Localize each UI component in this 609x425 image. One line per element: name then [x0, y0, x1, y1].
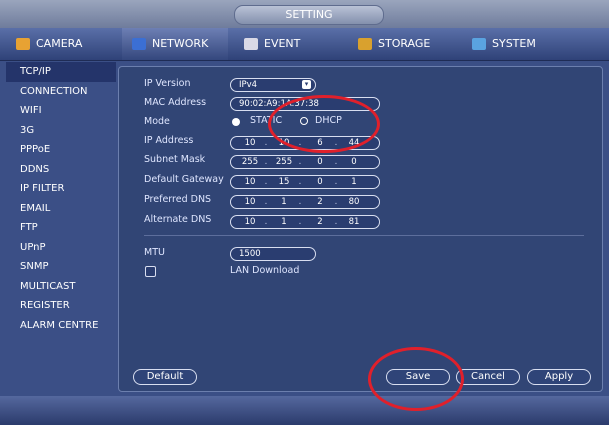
ip-version-value: IPv4 [239, 80, 258, 90]
sidebar-item-wifi[interactable]: WIFI [6, 101, 116, 121]
sidebar-item-connection[interactable]: CONNECTION [6, 82, 116, 102]
alternate-dns-label: Alternate DNS [144, 214, 212, 225]
gateway-octet-1: 10 [244, 177, 256, 187]
gateway-octet-4: 1 [351, 177, 357, 187]
lan-download-checkbox[interactable] [145, 266, 156, 277]
main-tabs: CAMERA NETWORK EVENT STORAGE SYSTEM [0, 28, 609, 61]
tab-label: NETWORK [152, 37, 209, 50]
alternate-dns-input[interactable]: 10 . 1 . 2 . 81 [230, 215, 380, 229]
subnet-octet-2: 255 [275, 157, 293, 167]
pdns-octet-1: 10 [244, 197, 256, 207]
section-divider [144, 235, 584, 236]
default-gateway-label: Default Gateway [144, 174, 224, 185]
tab-label: STORAGE [378, 37, 431, 50]
octet-separator: . [298, 197, 302, 207]
sidebar-item-ddns[interactable]: DDNS [6, 160, 116, 180]
preferred-dns-input[interactable]: 10 . 1 . 2 . 80 [230, 195, 380, 209]
tab-network[interactable]: NETWORK [122, 28, 228, 60]
sidebar-item-upnp[interactable]: UPnP [6, 238, 116, 258]
subnet-mask-input[interactable]: 255 . 255 . 0 . 0 [230, 155, 380, 169]
tab-label: CAMERA [36, 37, 83, 50]
adns-octet-3: 2 [317, 217, 323, 227]
sidebar-item-alarm-centre[interactable]: ALARM CENTRE [6, 316, 116, 336]
preferred-dns-label: Preferred DNS [144, 194, 212, 205]
sidebar-item-pppoe[interactable]: PPPoE [6, 140, 116, 160]
sidebar-item-ftp[interactable]: FTP [6, 218, 116, 238]
mode-label: Mode [144, 116, 170, 127]
subnet-mask-label: Subnet Mask [144, 154, 206, 165]
octet-separator: . [264, 138, 268, 148]
mtu-label: MTU [144, 247, 165, 258]
subnet-octet-3: 0 [317, 157, 323, 167]
storage-icon [358, 38, 372, 50]
adns-octet-4: 81 [348, 217, 360, 227]
gateway-octet-2: 15 [278, 177, 290, 187]
network-icon [132, 38, 146, 50]
event-icon [244, 38, 258, 50]
sidebar-item-register[interactable]: REGISTER [6, 296, 116, 316]
sidebar-item-snmp[interactable]: SNMP [6, 257, 116, 277]
sidebar-item-multicast[interactable]: MULTICAST [6, 277, 116, 297]
ip-version-select[interactable]: IPv4 ▾ [230, 78, 316, 92]
pdns-octet-3: 2 [317, 197, 323, 207]
default-gateway-input[interactable]: 10 . 15 . 0 . 1 [230, 175, 380, 189]
sidebar-item-tcpip[interactable]: TCP/IP [6, 62, 116, 82]
subnet-octet-1: 255 [241, 157, 259, 167]
tab-label: SYSTEM [492, 37, 536, 50]
status-bar [0, 396, 609, 425]
gateway-octet-3: 0 [317, 177, 323, 187]
title-bar: SETTING [0, 0, 609, 28]
octet-separator: . [334, 157, 338, 167]
sidebar-item-email[interactable]: EMAIL [6, 199, 116, 219]
static-radio[interactable] [232, 118, 240, 126]
octet-separator: . [298, 177, 302, 187]
tab-camera[interactable]: CAMERA [6, 28, 118, 60]
sidebar-item-ip-filter[interactable]: IP FILTER [6, 179, 116, 199]
mac-address-label: MAC Address [144, 97, 207, 108]
octet-separator: . [264, 177, 268, 187]
ip-address-label: IP Address [144, 135, 194, 146]
octet-separator: . [264, 217, 268, 227]
default-button[interactable]: Default [133, 369, 197, 385]
tab-label: EVENT [264, 37, 301, 50]
system-icon [472, 38, 486, 50]
adns-octet-1: 10 [244, 217, 256, 227]
window-title: SETTING [234, 5, 384, 25]
mtu-value: 1500 [239, 249, 261, 259]
adns-octet-2: 1 [281, 217, 287, 227]
sidebar: TCP/IP CONNECTION WIFI 3G PPPoE DDNS IP … [6, 62, 116, 392]
octet-separator: . [334, 197, 338, 207]
octet-separator: . [334, 217, 338, 227]
tab-system[interactable]: SYSTEM [462, 28, 570, 60]
pdns-octet-2: 1 [281, 197, 287, 207]
octet-separator: . [334, 177, 338, 187]
save-highlight-annotation [368, 347, 464, 411]
octet-separator: . [298, 217, 302, 227]
tab-storage[interactable]: STORAGE [348, 28, 456, 60]
sidebar-item-3g[interactable]: 3G [6, 121, 116, 141]
mtu-input[interactable]: 1500 [230, 247, 316, 261]
pdns-octet-4: 80 [348, 197, 360, 207]
octet-separator: . [264, 157, 268, 167]
ip-octet-1: 10 [244, 138, 256, 148]
apply-button[interactable]: Apply [527, 369, 591, 385]
subnet-octet-4: 0 [351, 157, 357, 167]
cancel-button[interactable]: Cancel [456, 369, 520, 385]
octet-separator: . [264, 197, 268, 207]
camera-icon [16, 38, 30, 50]
dhcp-highlight-annotation [268, 95, 380, 153]
lan-download-label: LAN Download [230, 265, 300, 276]
tab-event[interactable]: EVENT [234, 28, 342, 60]
ip-version-label: IP Version [144, 78, 191, 89]
chevron-down-icon: ▾ [302, 80, 311, 89]
octet-separator: . [298, 157, 302, 167]
